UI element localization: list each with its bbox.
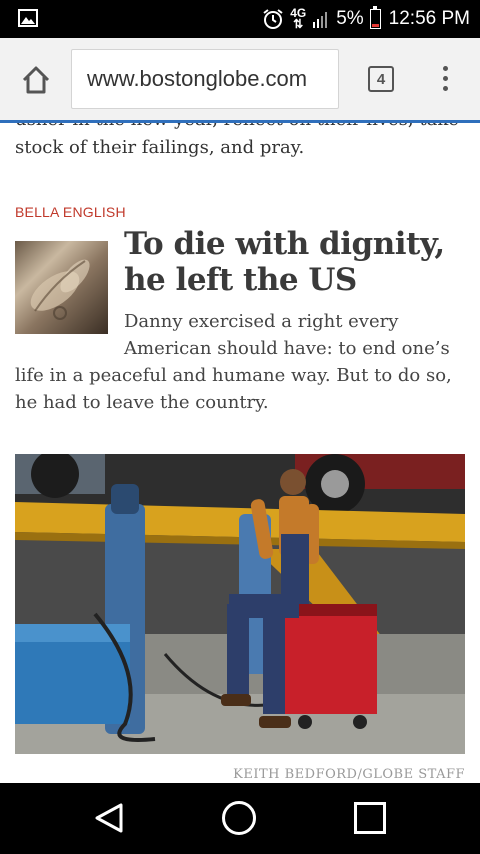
tab-count: 4	[376, 70, 386, 88]
previous-article-text: usher in the new year, reflect on their …	[15, 123, 459, 158]
battery-icon	[369, 6, 381, 29]
article-headline[interactable]: To die with dignity, he left the US	[124, 226, 470, 298]
status-bar: 4G ⇅ 5% 12:56 PM	[0, 0, 480, 38]
tabs-icon[interactable]: 4	[368, 66, 394, 92]
network-type-indicator: 4G ⇅	[290, 6, 307, 31]
article-content[interactable]: usher in the new year, reflect on their …	[0, 123, 480, 783]
photo-credit: KEITH BEDFORD/GLOBE STAFF	[233, 767, 465, 782]
home-circle-icon[interactable]	[222, 801, 256, 835]
clock: 12:56 PM	[388, 8, 470, 29]
byline[interactable]: BELLA ENGLISH	[15, 204, 126, 220]
system-nav-bar	[0, 783, 480, 854]
signal-icon	[313, 12, 328, 28]
article-summary: Danny exercised a right every American s…	[15, 311, 452, 413]
browser-toolbar: www.bostonglobe.com 4	[0, 38, 480, 120]
overflow-menu-icon[interactable]	[440, 66, 450, 94]
recents-icon[interactable]	[354, 802, 386, 834]
gallery-icon	[18, 9, 38, 27]
url-text: www.bostonglobe.com	[87, 66, 308, 91]
battery-percent: 5%	[336, 8, 364, 29]
article-photo[interactable]	[15, 454, 465, 754]
back-icon[interactable]	[94, 802, 124, 834]
home-icon[interactable]	[20, 64, 52, 96]
alarm-icon	[263, 9, 283, 29]
url-bar[interactable]: www.bostonglobe.com	[71, 49, 339, 109]
